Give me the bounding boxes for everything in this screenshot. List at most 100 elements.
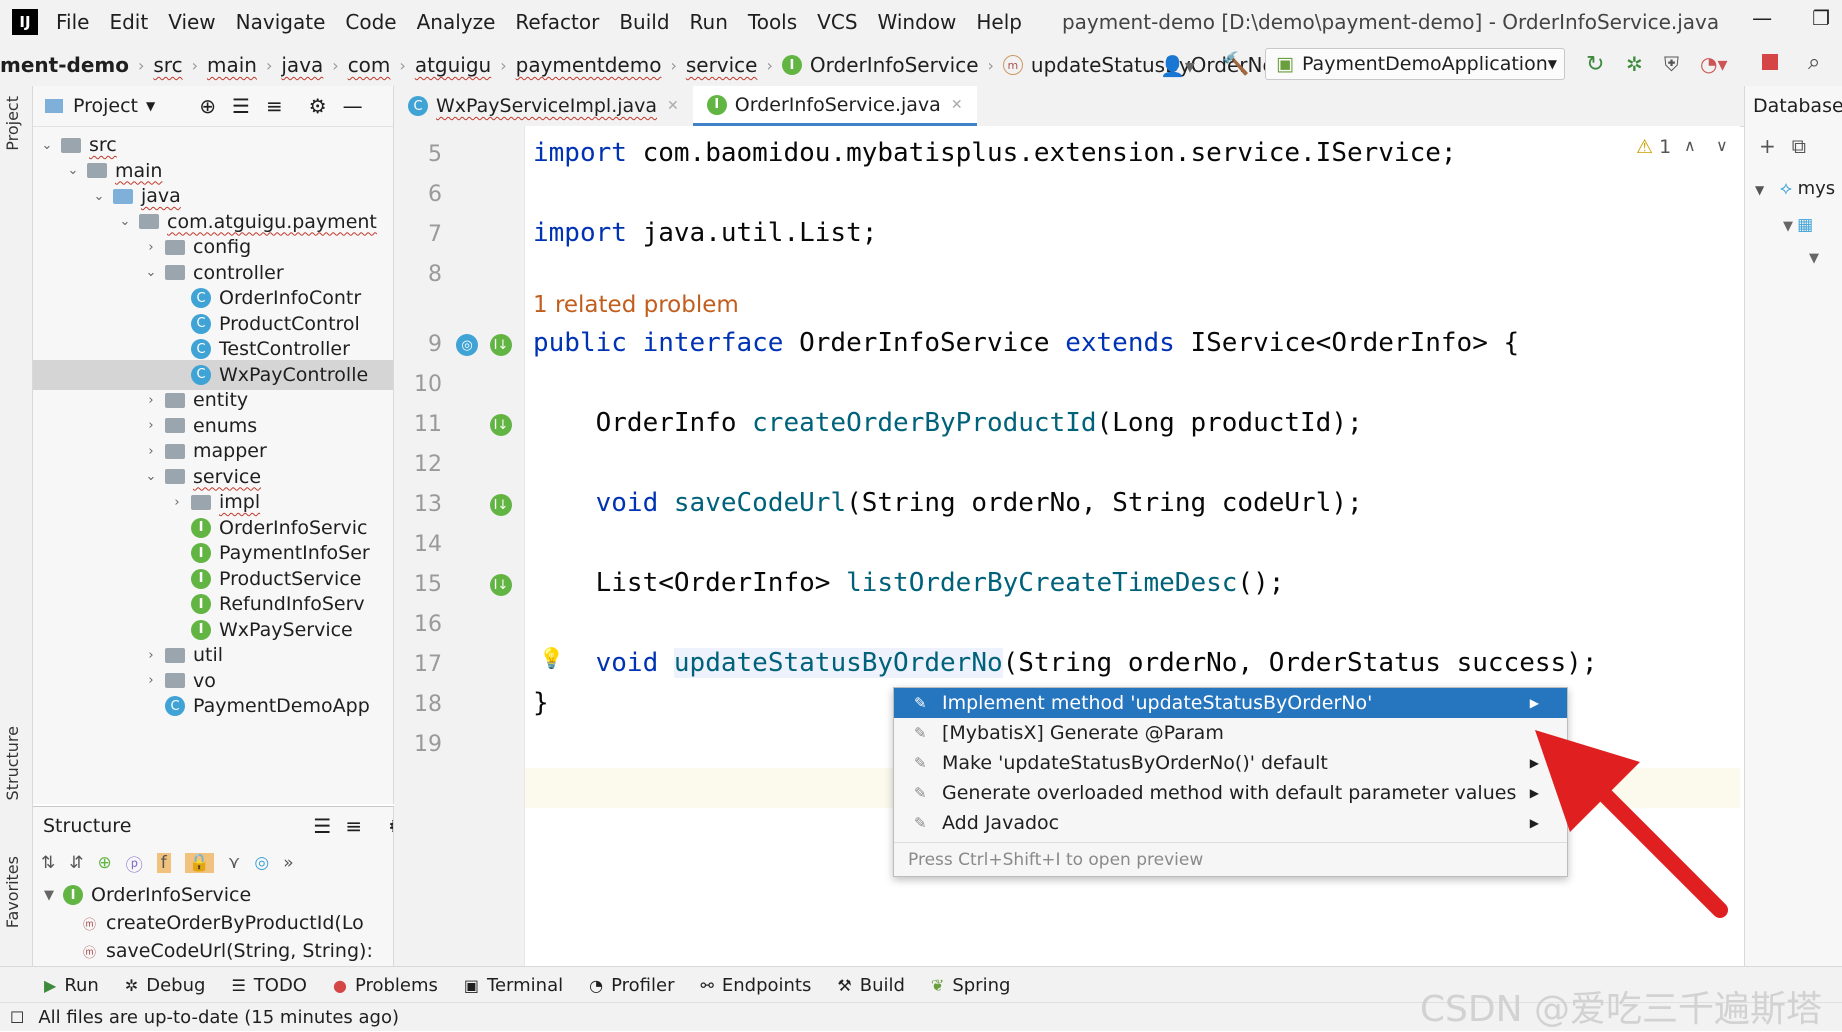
chevron-right-icon[interactable]: › [169, 495, 185, 510]
implemented-gutter-icon[interactable]: I↓ [490, 414, 512, 436]
menu-vcs[interactable]: VCS [817, 10, 857, 34]
chevron-down-icon[interactable]: ▼ [1755, 183, 1764, 197]
lightbulb-icon[interactable]: 💡 [539, 646, 564, 670]
show-inherited-icon[interactable]: ⊕ [98, 853, 112, 873]
rerun-icon[interactable]: ↻ [1586, 52, 1604, 77]
chevron-right-icon[interactable]: › [143, 393, 159, 408]
close-icon[interactable]: ✕ [667, 98, 679, 114]
spring-bean-gutter-icon[interactable]: ◎ [456, 334, 478, 356]
menu-tools[interactable]: Tools [748, 10, 797, 34]
tool-profiler[interactable]: ◔ Profiler [589, 975, 674, 996]
sort-visibility-icon[interactable]: ⇅ [41, 853, 55, 873]
expand-all-icon[interactable]: ☰ [313, 814, 331, 838]
menu-navigate[interactable]: Navigate [236, 10, 326, 34]
action-add-javadoc[interactable]: ✎ Add Javadoc ▶ [894, 808, 1567, 838]
menu-help[interactable]: Help [976, 10, 1022, 34]
expand-all-icon[interactable]: ☰ [232, 94, 250, 118]
run-config-select[interactable]: ▣ PaymentDemoApplication ▼ [1265, 48, 1565, 80]
chevron-right-icon[interactable]: › [143, 444, 159, 459]
close-icon[interactable]: ✕ [951, 97, 963, 113]
stop-icon[interactable] [1762, 54, 1778, 70]
sort-alpha-icon[interactable]: ⇵ [69, 853, 83, 873]
project-view-select[interactable]: Project [73, 95, 138, 117]
tool-build[interactable]: ⚒ Build [837, 975, 905, 996]
crumb-project[interactable]: ment-demo [0, 53, 129, 77]
crumb-com[interactable]: com [348, 53, 391, 77]
collapse-all-icon[interactable]: ≡ [345, 814, 362, 838]
user-icon[interactable]: 👤▾ [1160, 54, 1195, 78]
datasource-label[interactable]: mys [1798, 178, 1836, 199]
chevron-down-icon[interactable]: ⌄ [65, 163, 81, 178]
crumb-main[interactable]: main [207, 53, 257, 77]
chevron-down-icon[interactable]: ⌄ [143, 469, 159, 484]
action-generate-overloaded[interactable]: ✎ Generate overloaded method with defaul… [894, 778, 1567, 808]
action-make-default[interactable]: ✎ Make 'updateStatusByOrderNo()' default… [894, 748, 1567, 778]
tree-item[interactable]: C PaymentDemoApp [33, 691, 393, 721]
project-tool-tab[interactable]: Project [3, 96, 22, 151]
show-nonpublic-icon[interactable]: 🔒 [184, 853, 214, 873]
hammer-icon[interactable]: 🔨 [1222, 52, 1249, 77]
menu-file[interactable]: File [56, 10, 89, 34]
database-title[interactable]: Database [1745, 86, 1842, 126]
tool-spring[interactable]: ❦ Spring [931, 975, 1011, 996]
hide-icon[interactable]: — [343, 94, 363, 118]
maximize-icon[interactable]: ❐ [1812, 6, 1830, 30]
menu-code[interactable]: Code [345, 10, 396, 34]
structure-member[interactable]: ⓜ createOrderByProductId(Lo [33, 909, 393, 937]
chevron-down-icon[interactable]: ⌄ [117, 214, 133, 229]
autoscroll-icon[interactable]: ◎ [254, 853, 269, 873]
next-highlight-icon[interactable]: ∨ [1716, 136, 1728, 155]
menu-refactor[interactable]: Refactor [515, 10, 599, 34]
implemented-gutter-icon[interactable]: I↓ [490, 334, 512, 356]
favorites-tool-tab[interactable]: Favorites [3, 856, 22, 928]
chevron-right-icon[interactable]: › [143, 648, 159, 663]
chevron-right-icon[interactable]: › [143, 240, 159, 255]
tool-run[interactable]: ▶ Run [44, 975, 99, 996]
add-icon[interactable]: + [1759, 134, 1776, 158]
warning-icon[interactable]: ⚠ 1 [1636, 136, 1671, 158]
menu-analyze[interactable]: Analyze [417, 10, 496, 34]
menu-run[interactable]: Run [690, 10, 728, 34]
crumb-java[interactable]: java [281, 53, 323, 77]
crumb-src[interactable]: src [153, 53, 182, 77]
action-implement-method[interactable]: ✎ Implement method 'updateStatusByOrderN… [894, 688, 1567, 718]
chevron-right-icon[interactable]: › [143, 673, 159, 688]
locate-icon[interactable]: ⊕ [199, 94, 216, 118]
coverage-icon[interactable]: ⛨ [1664, 52, 1679, 76]
chevron-down-icon[interactable]: ▼ [41, 888, 57, 903]
crumb-service[interactable]: service [686, 53, 758, 77]
chevron-down-icon[interactable]: ⌄ [39, 138, 55, 153]
more-icon[interactable]: » [283, 853, 293, 873]
filter-icon[interactable]: ⋎ [228, 853, 240, 873]
tool-todo[interactable]: ☰ TODO [231, 975, 307, 996]
structure-member[interactable]: ⓜ saveCodeUrl(String, String): [33, 937, 393, 965]
chevron-right-icon[interactable]: › [143, 418, 159, 433]
chevron-down-icon[interactable]: ▼ [146, 99, 155, 113]
collapse-all-icon[interactable]: ≡ [266, 94, 283, 118]
menu-window[interactable]: Window [878, 10, 957, 34]
tool-terminal[interactable]: ▣ Terminal [464, 975, 563, 996]
minimize-icon[interactable]: — [1752, 6, 1772, 30]
crumb-orderinfoservice[interactable]: OrderInfoService [810, 53, 979, 77]
structure-root[interactable]: OrderInfoService [91, 884, 251, 906]
tool-problems[interactable]: ● Problems [333, 975, 438, 996]
tab-orderinfoservice[interactable]: I OrderInfoService.java ✕ [692, 86, 977, 126]
menu-edit[interactable]: Edit [109, 10, 148, 34]
menu-build[interactable]: Build [619, 10, 669, 34]
structure-tool-tab[interactable]: Structure [3, 726, 22, 800]
show-properties-icon[interactable]: ⓟ [126, 851, 143, 876]
action-generate-param[interactable]: ✎ [MybatisX] Generate @Param [894, 718, 1567, 748]
chevron-down-icon[interactable]: ▼ [1783, 243, 1842, 275]
implemented-gutter-icon[interactable]: I↓ [490, 494, 512, 516]
tab-wxpayserviceimpl[interactable]: C WxPayServiceImpl.java ✕ [394, 86, 693, 126]
profiler-icon[interactable]: ◔▾ [1700, 52, 1728, 76]
show-fields-icon[interactable]: f [156, 853, 171, 873]
crumb-atguigu[interactable]: atguigu [415, 53, 491, 77]
debug-icon[interactable]: ✲ [1626, 52, 1643, 76]
gear-icon[interactable]: ⚙ [309, 94, 327, 118]
search-icon[interactable]: ⌕ [1808, 50, 1820, 75]
prev-highlight-icon[interactable]: ∧ [1684, 136, 1696, 155]
implemented-gutter-icon[interactable]: I↓ [490, 574, 512, 596]
copy-icon[interactable]: ⧉ [1792, 134, 1806, 158]
chevron-down-icon[interactable]: ⌄ [143, 265, 159, 280]
